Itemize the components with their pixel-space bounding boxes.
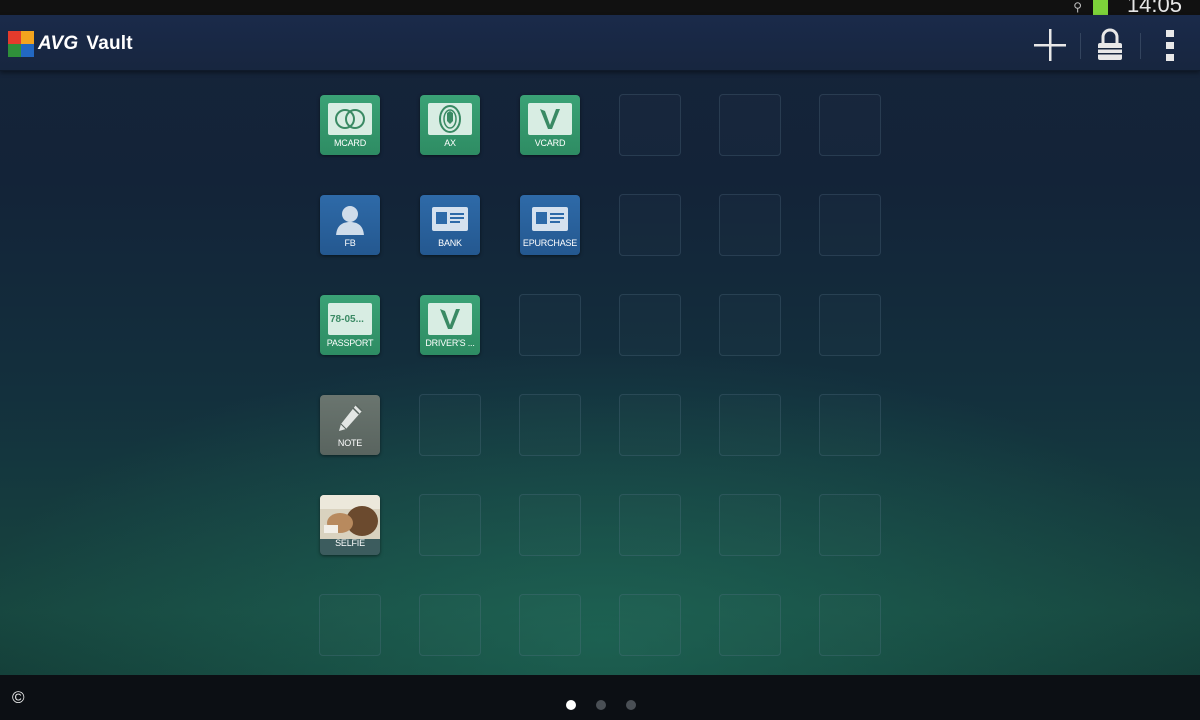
- id-card-icon: [532, 207, 568, 231]
- empty-slot: [619, 194, 681, 256]
- empty-slot: [819, 494, 881, 556]
- app-name: Vault: [86, 33, 133, 54]
- vault-item-drivers[interactable]: DRIVER'S ...: [420, 295, 480, 355]
- vault-item-label: PASSPORT: [326, 338, 374, 348]
- action-divider: [1080, 33, 1081, 59]
- usb-icon: ⚲: [1073, 0, 1082, 14]
- vault-item-label: EPURCHASE: [522, 238, 578, 248]
- vault-item-bank[interactable]: BANK: [420, 195, 480, 255]
- empty-slot: [519, 494, 581, 556]
- empty-slot: [719, 594, 781, 656]
- vault-item-selfie[interactable]: SELFIE: [320, 495, 380, 555]
- empty-slot: [319, 594, 381, 656]
- battery-icon: [1093, 0, 1108, 15]
- empty-slot: [719, 294, 781, 356]
- lock-button[interactable]: [1088, 25, 1132, 65]
- visa-card-icon: [540, 109, 560, 129]
- empty-slot: [519, 594, 581, 656]
- empty-slot: [719, 394, 781, 456]
- vault-item-ax[interactable]: AX: [420, 95, 480, 155]
- vault-item-fb[interactable]: FB: [320, 195, 380, 255]
- empty-slot: [519, 394, 581, 456]
- visa-card-icon: [440, 309, 460, 329]
- id-card-icon: [432, 207, 468, 231]
- empty-slot: [619, 294, 681, 356]
- vault-item-note[interactable]: NOTE: [320, 395, 380, 455]
- overflow-menu-icon: [1166, 30, 1174, 61]
- app-brand: AVG: [38, 33, 79, 54]
- empty-slot: [419, 594, 481, 656]
- empty-slot: [619, 594, 681, 656]
- app-title: AVG Vault: [38, 33, 133, 55]
- amex-card-icon: [439, 105, 461, 133]
- page-dot[interactable]: [626, 700, 636, 710]
- overflow-menu-button[interactable]: [1148, 25, 1192, 65]
- empty-slot: [719, 94, 781, 156]
- vault-item-mcard[interactable]: MCARD: [320, 95, 380, 155]
- vault-item-label: FB: [344, 238, 356, 248]
- vault-item-label: SELFIE: [335, 538, 365, 548]
- empty-slot: [419, 394, 481, 456]
- passport-number: 78-05...: [330, 314, 364, 325]
- empty-slot: [419, 494, 481, 556]
- pencil-icon: [339, 404, 363, 431]
- empty-slot: [719, 494, 781, 556]
- action-divider: [1140, 33, 1141, 59]
- empty-slot: [819, 594, 881, 656]
- empty-slot: [819, 394, 881, 456]
- empty-slot: [619, 394, 681, 456]
- lock-icon: [1098, 28, 1122, 60]
- vault-item-passport[interactable]: 78-05... PASSPORT: [320, 295, 380, 355]
- empty-slot: [819, 294, 881, 356]
- vault-item-label: BANK: [438, 238, 462, 248]
- copyright-icon: ©: [12, 688, 25, 707]
- clock: 14:05: [1126, 0, 1182, 17]
- vault-item-label: MCARD: [334, 138, 366, 148]
- empty-slot: [819, 94, 881, 156]
- add-button[interactable]: [1028, 25, 1072, 65]
- status-bar: ⚲ 14:05: [0, 0, 1200, 17]
- vault-item-label: VCARD: [534, 138, 566, 148]
- page-dot[interactable]: [566, 700, 576, 710]
- vault-item-label: DRIVER'S ...: [425, 338, 475, 348]
- empty-slot: [819, 194, 881, 256]
- avg-logo-icon: [8, 31, 34, 57]
- navigation-bar: [0, 675, 1200, 720]
- screen: ⚲ 14:05 AVG Vault MCARD AX VCARD FB BANK…: [0, 0, 1200, 720]
- vault-item-label: NOTE: [337, 438, 363, 448]
- empty-slot: [619, 494, 681, 556]
- empty-slot: [519, 294, 581, 356]
- empty-slot: [619, 94, 681, 156]
- empty-slot: [719, 194, 781, 256]
- plus-icon: [1034, 29, 1066, 61]
- mastercard-icon: [335, 109, 365, 129]
- person-icon: [336, 206, 364, 235]
- vault-item-epurchase[interactable]: EPURCHASE: [520, 195, 580, 255]
- vault-item-label: AX: [444, 138, 456, 148]
- action-bar: AVG Vault: [0, 15, 1200, 71]
- page-dot[interactable]: [596, 700, 606, 710]
- vault-item-vcard[interactable]: VCARD: [520, 95, 580, 155]
